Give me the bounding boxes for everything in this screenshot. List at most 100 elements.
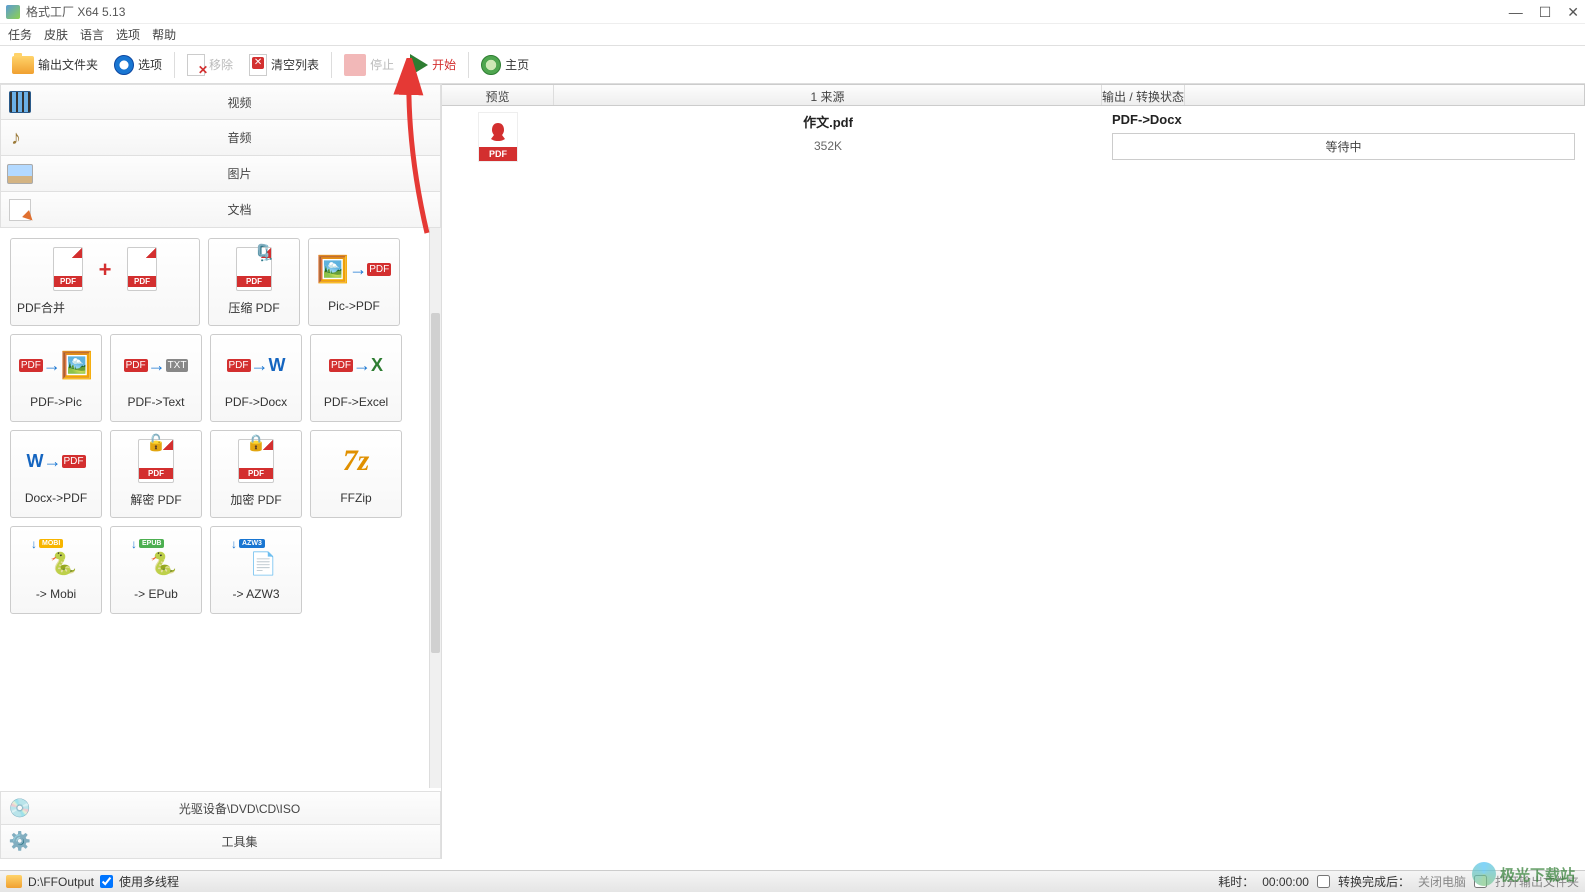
category-image-label: 图片	[39, 165, 440, 182]
close-button[interactable]: ✕	[1567, 5, 1579, 19]
video-icon	[9, 91, 31, 113]
remove-label: 移除	[209, 56, 233, 73]
category-optical[interactable]: 💿 光驱设备\DVD\CD\ISO	[0, 791, 441, 825]
header-output[interactable]: 输出 / 转换状态	[1102, 85, 1185, 105]
menu-help[interactable]: 帮助	[152, 26, 176, 43]
pdf-thumb-label: PDF	[479, 147, 517, 161]
unlock-icon: 🔓	[146, 433, 166, 453]
home-button[interactable]: 主页	[475, 51, 535, 79]
task-source-cell: 作文.pdf 352K	[554, 112, 1102, 153]
gear-icon: ⚙️	[9, 831, 31, 852]
task-preview-cell: PDF	[442, 112, 554, 162]
after-action-shutdown[interactable]: 关闭电脑	[1418, 873, 1466, 890]
right-panel: 预览 1 来源 输出 / 转换状态 PDF 作文.pdf 352K PDF->D…	[442, 84, 1585, 859]
tile-label: Docx->PDF	[25, 491, 87, 505]
output-path[interactable]: D:\FFOutput	[28, 875, 94, 889]
tile-label: -> AZW3	[232, 587, 279, 601]
tile-label: PDF->Docx	[225, 395, 287, 409]
excel-icon: X	[371, 355, 383, 376]
tile-label: FFZip	[340, 491, 371, 505]
stop-label: 停止	[370, 56, 394, 73]
tile-label: 解密 PDF	[130, 491, 181, 508]
start-label: 开始	[432, 56, 456, 73]
header-preview[interactable]: 预览	[442, 85, 554, 105]
document-icon	[9, 199, 31, 221]
status-bar: D:\FFOutput 使用多线程 耗时： 00:00:00 转换完成后： 关闭…	[0, 870, 1585, 892]
category-document[interactable]: 文档	[0, 192, 441, 228]
stop-button[interactable]: 停止	[338, 50, 400, 80]
window-controls: — ☐ ✕	[1509, 5, 1579, 19]
play-icon	[410, 54, 428, 76]
arrow-icon: →	[148, 355, 166, 376]
tile-to-azw3[interactable]: ↓AZW3 -> AZW3	[210, 526, 302, 614]
tile-label: PDF->Text	[127, 395, 184, 409]
download-icon: ↓	[131, 537, 137, 551]
bottom-categories: 💿 光驱设备\DVD\CD\ISO ⚙️ 工具集	[0, 791, 441, 859]
tile-label: 压缩 PDF	[228, 299, 279, 316]
category-audio[interactable]: 音频	[0, 120, 441, 156]
tile-compress-pdf[interactable]: 🗜️ 压缩 PDF	[208, 238, 300, 326]
tile-label: PDF合并	[17, 299, 65, 316]
category-list: 视频 音频 图片 文档	[0, 84, 441, 228]
tile-label: Pic->PDF	[328, 299, 380, 313]
tile-to-mobi[interactable]: ↓MOBI -> Mobi	[10, 526, 102, 614]
category-optical-label: 光驱设备\DVD\CD\ISO	[39, 800, 440, 817]
main-area: 视频 音频 图片 文档 +	[0, 84, 1585, 859]
category-video[interactable]: 视频	[0, 84, 441, 120]
tile-label: PDF->Excel	[324, 395, 388, 409]
toolbar-separator	[331, 52, 332, 78]
clear-list-label: 清空列表	[271, 56, 319, 73]
category-image[interactable]: 图片	[0, 156, 441, 192]
options-button[interactable]: 选项	[108, 51, 168, 79]
remove-button[interactable]: 移除	[181, 50, 239, 80]
clear-list-button[interactable]: 清空列表	[243, 50, 325, 80]
disc-icon: 💿	[9, 798, 31, 819]
category-tools[interactable]: ⚙️ 工具集	[0, 825, 441, 859]
menu-skin[interactable]: 皮肤	[44, 26, 68, 43]
remove-icon	[187, 54, 205, 76]
download-icon: ↓	[231, 537, 237, 551]
after-convert-checkbox[interactable]	[1317, 875, 1330, 888]
tile-decrypt-pdf[interactable]: 🔓 解密 PDF	[110, 430, 202, 518]
start-button[interactable]: 开始	[404, 50, 462, 80]
tile-pdf-to-docx[interactable]: PDF→W PDF->Docx	[210, 334, 302, 422]
window-title: 格式工厂 X64 5.13	[26, 3, 125, 20]
tile-encrypt-pdf[interactable]: 🔒 加密 PDF	[210, 430, 302, 518]
multithread-checkbox[interactable]	[100, 875, 113, 888]
tile-to-epub[interactable]: ↓EPUB -> EPub	[110, 526, 202, 614]
image-icon: 🖼️	[317, 254, 349, 285]
pdf-thumb-icon: PDF	[478, 112, 518, 162]
tile-docx-to-pdf[interactable]: W→PDF Docx->PDF	[10, 430, 102, 518]
toolbar: 输出文件夹 选项 移除 清空列表 停止 开始 主页	[0, 46, 1585, 84]
tile-ffzip[interactable]: 7z FFZip	[310, 430, 402, 518]
app-icon	[6, 5, 20, 19]
plus-icon: +	[99, 257, 112, 283]
tile-pdf-to-pic[interactable]: PDF→🖼️ PDF->Pic	[10, 334, 102, 422]
header-source[interactable]: 1 来源	[554, 85, 1102, 105]
maximize-button[interactable]: ☐	[1539, 5, 1552, 19]
output-folder-label: 输出文件夹	[38, 56, 98, 73]
tile-pic-to-pdf[interactable]: 🖼️→PDF Pic->PDF	[308, 238, 400, 326]
after-action-open[interactable]: 打开输出文件夹	[1495, 873, 1579, 890]
task-row[interactable]: PDF 作文.pdf 352K PDF->Docx 等待中	[442, 106, 1585, 168]
home-label: 主页	[505, 56, 529, 73]
gear-icon	[114, 55, 134, 75]
left-scrollbar[interactable]	[429, 228, 441, 788]
arrow-icon: →	[43, 355, 61, 376]
menu-language[interactable]: 语言	[80, 26, 104, 43]
arrow-icon: →	[353, 355, 371, 376]
word-icon: W	[27, 451, 44, 472]
open-folder-checkbox[interactable]	[1474, 875, 1487, 888]
zip-icon: 7z	[343, 444, 370, 478]
menu-options[interactable]: 选项	[116, 26, 140, 43]
menu-task[interactable]: 任务	[8, 26, 32, 43]
minimize-button[interactable]: —	[1509, 5, 1523, 19]
tile-pdf-to-text[interactable]: PDF→TXT PDF->Text	[110, 334, 202, 422]
tile-pdf-merge[interactable]: + PDF合并	[10, 238, 200, 326]
title-bar: 格式工厂 X64 5.13 — ☐ ✕	[0, 0, 1585, 24]
after-convert-label: 转换完成后：	[1338, 873, 1410, 890]
tile-label: 加密 PDF	[230, 491, 281, 508]
tile-pdf-to-excel[interactable]: PDF→X PDF->Excel	[310, 334, 402, 422]
output-folder-button[interactable]: 输出文件夹	[6, 52, 104, 78]
toolbar-separator	[468, 52, 469, 78]
